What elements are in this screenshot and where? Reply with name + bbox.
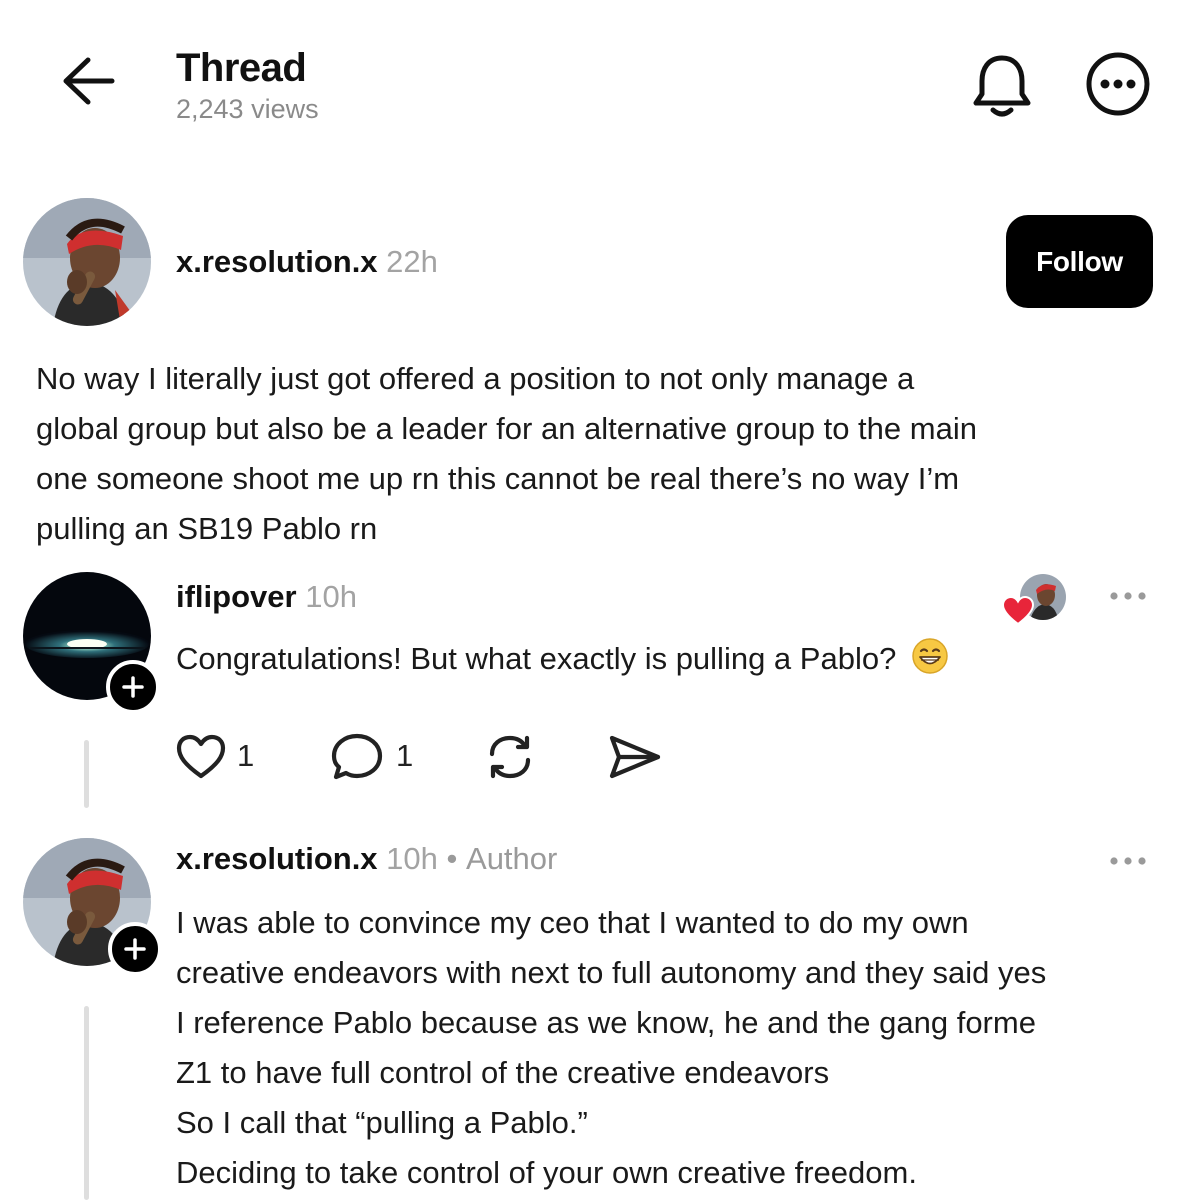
reply-time: 10h <box>305 579 357 614</box>
reply-author[interactable]: x.resolution.x 10h • Author <box>176 839 557 879</box>
avatar[interactable] <box>23 198 151 326</box>
reply-time: 10h <box>386 841 438 876</box>
repost-icon[interactable] <box>484 732 536 782</box>
reply-text-content: Congratulations! But what exactly is pul… <box>176 641 897 676</box>
like-heart-icon[interactable] <box>176 734 226 780</box>
back-arrow-icon[interactable] <box>58 54 118 108</box>
post-text: No way I literally just got offered a po… <box>36 354 977 554</box>
page-title: Thread <box>176 46 307 90</box>
reply-text: I was able to convince my ceo that I wan… <box>176 898 1046 1198</box>
author-badge: Author <box>466 841 558 876</box>
reply-text-line: creative endeavors with next to full aut… <box>176 955 1047 990</box>
reply-more-icon[interactable] <box>1108 854 1152 868</box>
follow-plus-badge[interactable] <box>106 660 160 714</box>
reply-username[interactable]: iflipover <box>176 579 297 614</box>
more-options-icon[interactable] <box>1085 51 1151 117</box>
post-text-line: pulling an SB19 Pablo rn <box>36 511 378 546</box>
reply-more-icon[interactable] <box>1108 589 1152 603</box>
reply-author[interactable]: iflipover 10h <box>176 577 357 617</box>
plus-icon <box>122 676 144 698</box>
bell-icon[interactable] <box>970 50 1034 120</box>
plus-icon <box>124 938 146 960</box>
separator-dot: • <box>446 841 458 876</box>
follow-button[interactable]: Follow <box>1006 215 1153 308</box>
like-count: 1 <box>237 738 255 773</box>
heart-icon <box>1001 595 1035 631</box>
post-text-line: global group but also be a leader for an… <box>36 411 977 446</box>
thread-line <box>84 740 89 808</box>
post-time: 22h <box>386 244 438 279</box>
reply-text: Congratulations! But what exactly is pul… <box>176 634 949 690</box>
comment-bubble-icon[interactable] <box>330 732 384 782</box>
reply-text-line: I reference Pablo because as we know, he… <box>176 1005 1036 1040</box>
reply-count: 1 <box>396 738 414 773</box>
post-text-line: No way I literally just got offered a po… <box>36 361 915 396</box>
follow-plus-badge[interactable] <box>108 922 162 976</box>
author-liked-indicator <box>1001 572 1068 631</box>
share-send-icon[interactable] <box>606 732 662 782</box>
post-username[interactable]: x.resolution.x <box>176 244 378 279</box>
grinning-emoji-icon <box>911 637 949 690</box>
reply-text-line: I was able to convince my ceo that I wan… <box>176 905 969 940</box>
reply-text-line: So I call that “pulling a Pablo.” <box>176 1105 588 1140</box>
reply-username[interactable]: x.resolution.x <box>176 841 378 876</box>
reply-text-line: Z1 to have full control of the creative … <box>176 1055 830 1090</box>
post-text-line: one someone shoot me up rn this cannot b… <box>36 461 960 496</box>
post-author[interactable]: x.resolution.x 22h <box>176 242 438 282</box>
reply-text-line: Deciding to take control of your own cre… <box>176 1155 917 1190</box>
view-count: 2,243 views <box>176 94 319 124</box>
thread-line <box>84 1006 89 1200</box>
